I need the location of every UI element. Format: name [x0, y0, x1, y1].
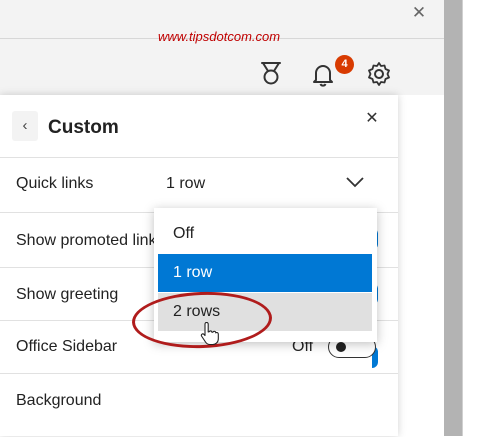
- background-label: Background: [16, 392, 102, 409]
- dropdown-option-1-row[interactable]: 1 row: [158, 254, 372, 292]
- bell-icon[interactable]: [308, 59, 338, 89]
- hand-cursor-icon: [200, 322, 219, 346]
- watermark-text: www.tipsdotcom.com: [158, 29, 281, 44]
- setting-quick-links[interactable]: Quick links 1 row: [0, 157, 398, 212]
- rewards-icon[interactable]: [256, 59, 286, 89]
- show-greeting-label: Show greeting: [16, 286, 119, 303]
- window-edge: [462, 0, 479, 436]
- chevron-left-icon[interactable]: ‹: [12, 111, 38, 141]
- office-sidebar-label: Office Sidebar: [16, 338, 118, 355]
- window-close-icon[interactable]: ✕: [408, 2, 430, 24]
- quick-links-value[interactable]: 1 row: [166, 175, 205, 193]
- panel-header: ‹ Custom ✕: [0, 95, 398, 155]
- close-icon[interactable]: ✕: [362, 109, 382, 129]
- browser-top-area: www.tipsdotcom.com 4: [0, 0, 444, 95]
- chevron-down-icon[interactable]: [345, 175, 365, 189]
- scrollbar-track[interactable]: [444, 0, 462, 436]
- gear-icon[interactable]: [364, 59, 394, 89]
- toggle-knob: [336, 342, 346, 352]
- dropdown-option-off[interactable]: Off: [158, 215, 372, 253]
- promoted-links-label: Show promoted links: [16, 232, 165, 249]
- setting-background[interactable]: Background: [0, 373, 398, 437]
- quick-links-label: Quick links: [16, 175, 94, 192]
- notification-badge: 4: [335, 55, 354, 74]
- panel-title: Custom: [48, 117, 119, 138]
- window-edge-line: [462, 0, 463, 436]
